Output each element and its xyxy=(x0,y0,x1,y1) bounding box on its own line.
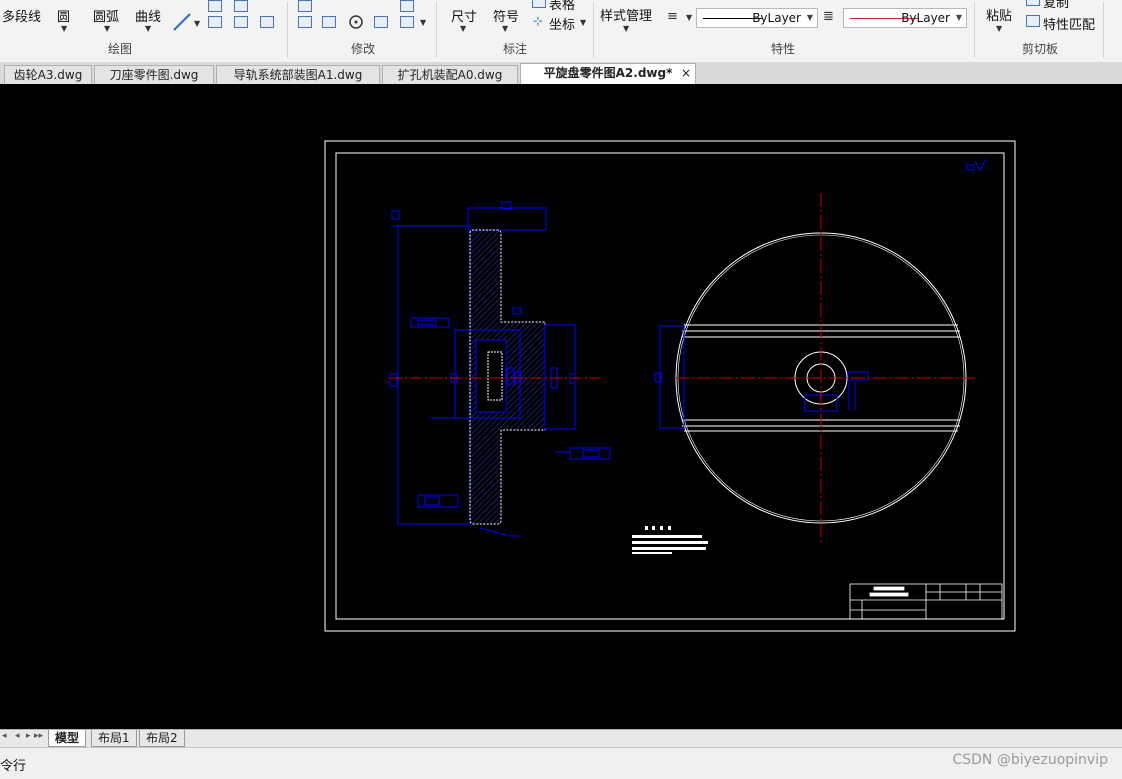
match-properties-icon[interactable] xyxy=(1026,15,1040,27)
clipboard-group-label: 剪切板 xyxy=(1021,42,1058,56)
svg-text:▼: ▼ xyxy=(194,19,201,28)
match-properties-button[interactable]: 特性匹配 xyxy=(1043,14,1095,33)
linetype-dropdown-icon: ▼ xyxy=(806,13,813,22)
next-layout-icon[interactable]: ▸ xyxy=(26,731,31,741)
annotate-group-label: 标注 xyxy=(502,42,527,56)
tab-reaming-machine-assembly[interactable]: 扩孔机装配A0.dwg xyxy=(382,65,518,84)
group-separator xyxy=(436,2,437,58)
watermark: CSDN @biyezuopinvip xyxy=(952,752,1108,768)
tab-facing-head-label: 平旋盘零件图A2.dwg* xyxy=(543,66,673,80)
mirror-icon[interactable] xyxy=(322,16,336,28)
coordinate-dropdown-icon[interactable]: ▼ xyxy=(580,18,586,27)
hatch-icon[interactable] xyxy=(208,16,222,28)
offset-icon[interactable] xyxy=(400,0,414,12)
coordinate-icon: ⊹ xyxy=(533,14,544,28)
arc-button[interactable]: 圆弧 xyxy=(93,6,119,25)
tab-gear-a3[interactable]: 齿轮A3.dwg xyxy=(4,65,92,84)
dimension-button[interactable]: 尺寸 xyxy=(451,6,477,25)
color-combo[interactable]: ByLayer ▼ xyxy=(843,8,967,28)
linetype-value: ByLayer xyxy=(752,11,801,25)
roughness-symbol-icon xyxy=(966,158,987,171)
color-value: ByLayer xyxy=(901,11,950,25)
sheet-outer-border xyxy=(324,140,1016,632)
group-separator xyxy=(593,2,594,58)
coordinate-button[interactable]: 坐标 xyxy=(549,14,575,33)
drawing-canvas[interactable] xyxy=(0,84,1122,729)
symbol-button[interactable]: 符号 xyxy=(493,6,519,25)
tab-layout2[interactable]: 布局2 xyxy=(139,730,185,747)
document-tab-bar: 齿轮A3.dwg 刀座零件图.dwg 导轨系统部装图A1.dwg 扩孔机装配A0… xyxy=(0,62,1122,85)
copy-button[interactable]: 复制 xyxy=(1043,0,1069,11)
front-view xyxy=(654,193,975,545)
layout-tab-bar: ◂ ◂ ▸ ▸▸ 模型 布局1 布局2 xyxy=(0,729,1122,747)
circle-button[interactable]: 圆 xyxy=(57,6,70,25)
title-block xyxy=(849,583,1003,620)
section-view xyxy=(389,201,611,537)
draw-group-label: 绘图 xyxy=(107,42,132,56)
curve-button[interactable]: 曲线 xyxy=(135,6,161,25)
region-icon[interactable] xyxy=(234,0,248,12)
move-icon[interactable] xyxy=(298,0,312,12)
polyline-button[interactable]: 多段线 xyxy=(2,6,41,25)
ribbon: 多段线 圆 ▼ 圆弧 ▼ 曲线 ▼ ▼ 绘图 ▼ 修改 尺寸 ▼ 符号 ▼ 表格… xyxy=(0,0,1122,63)
style-manager-button[interactable]: 样式管理 xyxy=(600,5,652,24)
arc-dropdown-icon[interactable]: ▼ xyxy=(104,24,110,33)
line-tool-icon[interactable]: ▼ xyxy=(172,10,202,34)
technical-notes xyxy=(632,526,708,554)
lineweight-icon[interactable]: ≡ xyxy=(667,9,678,24)
table-icon[interactable] xyxy=(532,0,546,8)
linescale-icon[interactable]: ≣ xyxy=(823,9,834,24)
command-line[interactable]: 令行 CSDN @biyezuopinvip xyxy=(0,747,1122,779)
circle-dropdown-icon[interactable]: ▼ xyxy=(61,24,67,33)
modify-dropdown-icon[interactable]: ▼ xyxy=(420,18,426,27)
linetype-combo[interactable]: ByLayer ▼ xyxy=(696,8,818,28)
rotate-icon[interactable] xyxy=(348,14,364,30)
tab-layout1[interactable]: 布局1 xyxy=(91,730,137,747)
tab-model[interactable]: 模型 xyxy=(48,730,87,747)
tab-facing-head-part[interactable]: 平旋盘零件图A2.dwg* xyxy=(520,63,696,85)
copy-icon[interactable] xyxy=(1026,0,1040,6)
dimension-dropdown-icon[interactable]: ▼ xyxy=(460,24,466,33)
color-dropdown-icon: ▼ xyxy=(955,13,962,22)
edit-icon[interactable] xyxy=(400,16,414,28)
table-button[interactable]: 表格 xyxy=(549,0,575,13)
style-manager-dropdown-icon[interactable]: ▼ xyxy=(623,24,629,33)
tab-tool-holder[interactable]: 刀座零件图.dwg xyxy=(94,65,214,84)
lineweight-dropdown-icon[interactable]: ▼ xyxy=(686,13,692,22)
array-icon[interactable] xyxy=(374,16,388,28)
rectangle-icon[interactable] xyxy=(208,0,222,12)
tab-guide-rail-assembly[interactable]: 导轨系统部装图A1.dwg xyxy=(216,65,380,84)
modify-group-label: 修改 xyxy=(350,42,375,56)
group-separator xyxy=(287,2,288,58)
symbol-dropdown-icon[interactable]: ▼ xyxy=(502,24,508,33)
cad-drawing xyxy=(324,140,1016,632)
prev-layout-icon[interactable]: ◂ xyxy=(15,731,20,741)
first-layout-icon[interactable]: ◂ xyxy=(2,731,7,741)
last-layout-icon[interactable]: ▸▸ xyxy=(34,731,43,741)
paste-dropdown-icon[interactable]: ▼ xyxy=(996,24,1002,33)
paste-button[interactable]: 粘贴 xyxy=(986,5,1012,24)
curve-dropdown-icon[interactable]: ▼ xyxy=(145,24,151,33)
group-separator xyxy=(974,2,975,58)
group-icon[interactable] xyxy=(234,16,248,28)
command-label: 令行 xyxy=(0,759,27,774)
close-tab-icon[interactable]: × xyxy=(681,66,691,80)
properties-group-label: 特性 xyxy=(770,42,795,56)
group-separator xyxy=(1103,2,1104,58)
copy-obj-icon[interactable] xyxy=(298,16,312,28)
block-icon[interactable] xyxy=(260,16,274,28)
